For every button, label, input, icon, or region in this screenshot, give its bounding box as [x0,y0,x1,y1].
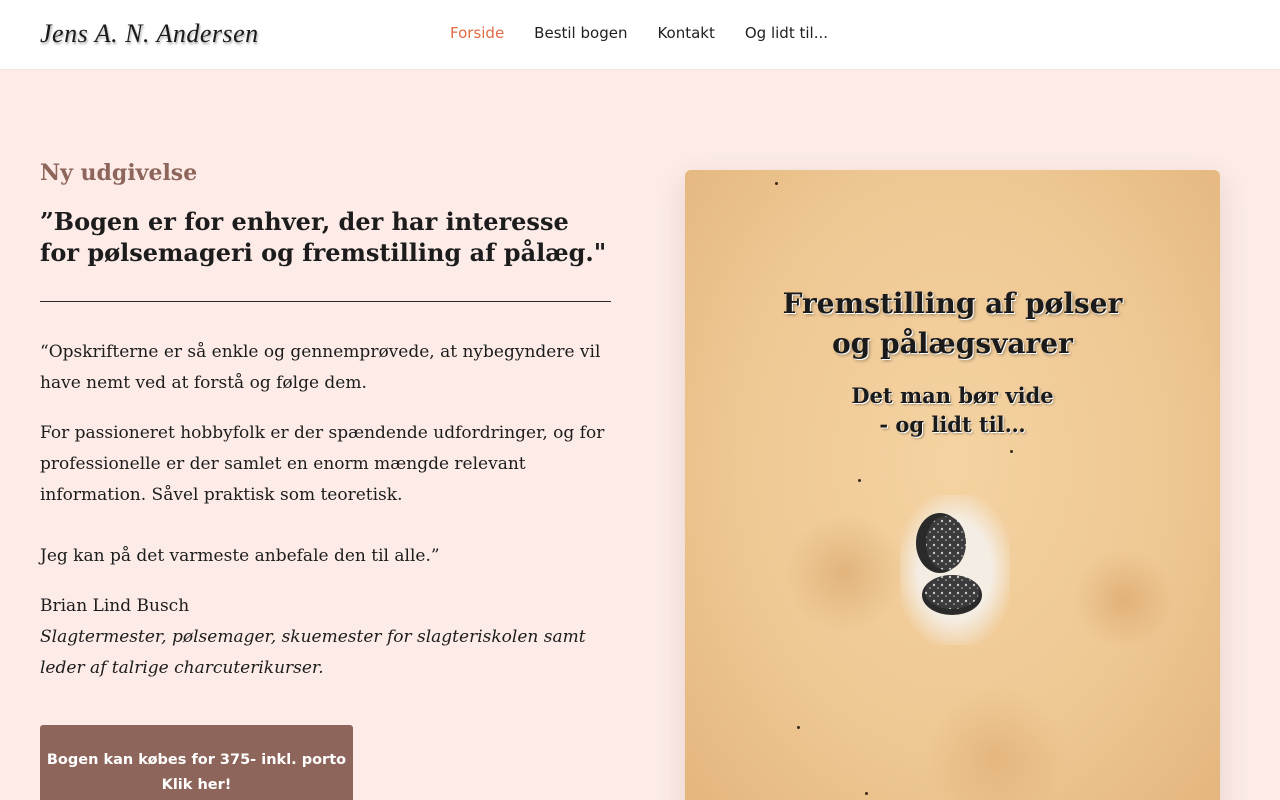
paper-speck [865,792,868,795]
intro-section: Ny udgivelse ”Bogen er for enhver, der h… [40,160,615,800]
paper-speck [1010,450,1013,453]
site-logo[interactable]: Jens A. N. Andersen [40,19,259,49]
divider [40,301,611,302]
book-headline-quote: ”Bogen er for enhver, der har interesse … [40,207,607,267]
review-paragraph: Jeg kan på det varmeste anbefale den til… [40,546,440,566]
review-paragraph: “Opskrifterne er så enkle og gennemprøve… [40,342,601,393]
buy-book-click-label: Klik her! [161,776,232,793]
buy-book-price-label: Bogen kan købes for 375- inkl. porto [46,751,347,768]
nav-item-kontakt[interactable]: Kontakt [657,24,714,42]
buy-book-button[interactable]: Bogen kan købes for 375- inkl. porto Kli… [40,725,353,800]
book-cover-image: Fremstilling af pølser og pålægsvarer De… [685,170,1220,800]
main-nav: Forside Bestil bogen Kontakt Og lidt til… [450,24,828,42]
nav-item-og-lidt-til[interactable]: Og lidt til... [745,24,828,42]
section-eyebrow: Ny udgivelse [40,160,198,186]
nav-item-forside[interactable]: Forside [450,24,504,42]
reviewer-title: Slagtermester, pølsemager, skuemester fo… [40,627,586,678]
reviewer-name: Brian Lind Busch [40,596,190,616]
paper-speck [775,182,778,185]
book-cover-subtitle: Det man bør vide - og lidt til… [851,383,1054,437]
salami-photo [900,495,1010,645]
site-header: Jens A. N. Andersen Forside Bestil bogen… [0,0,1280,70]
paper-speck [858,479,861,482]
nav-item-bestil-bogen[interactable]: Bestil bogen [534,24,627,42]
paper-speck [797,726,800,729]
book-cover-title: Fremstilling af pølser og pålægsvarer [782,287,1123,360]
review-paragraph: For passioneret hobbyfolk er der spænden… [40,423,605,505]
